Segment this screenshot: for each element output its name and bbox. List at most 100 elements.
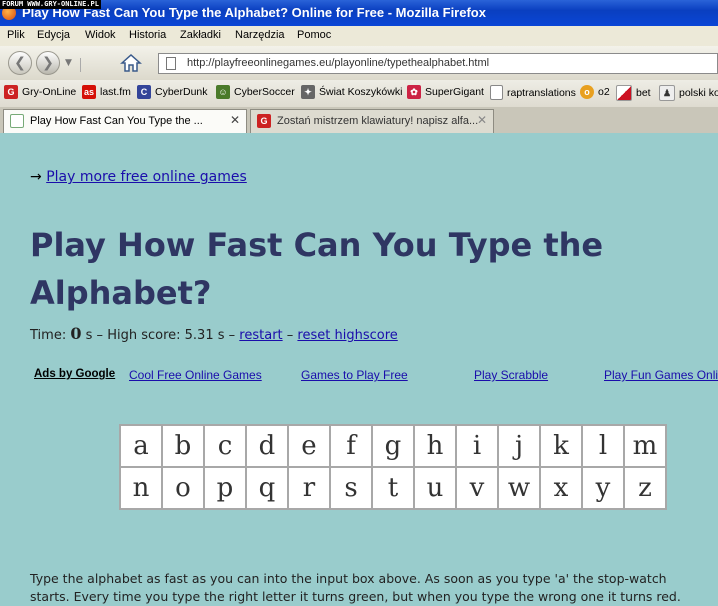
bookmark-raptranslations[interactable]: raptranslations — [490, 85, 576, 100]
instructions-line: starts. Every time you type the right le… — [30, 589, 681, 604]
ad-link[interactable]: Play Fun Games Online — [604, 368, 718, 382]
menu-historia[interactable]: Historia — [129, 29, 166, 41]
letter-cell: l — [581, 424, 625, 468]
letter-cell: g — [371, 424, 415, 468]
letter-cell: n — [119, 466, 163, 510]
ads-by-google-label[interactable]: Ads by Google — [34, 368, 115, 380]
polski-icon: ♟ — [659, 85, 675, 101]
letter-cell: q — [245, 466, 289, 510]
menu-edycja[interactable]: Edycja — [37, 29, 70, 41]
letter-cell: f — [329, 424, 373, 468]
menu-plik[interactable]: Plik — [7, 29, 25, 41]
close-tab-icon[interactable]: ✕ — [230, 113, 240, 127]
letter-cell: r — [287, 466, 331, 510]
letter-cell: k — [539, 424, 583, 468]
letter-cell: v — [455, 466, 499, 510]
menu-narzedzia[interactable]: Narzędzia — [235, 29, 285, 41]
alphabet-row: n o p q r s t u v w x y z — [119, 466, 667, 510]
letter-cell: z — [623, 466, 667, 510]
letter-cell: x — [539, 466, 583, 510]
supergigant-icon: ✿ — [407, 85, 421, 99]
tab-label: Play How Fast Can You Type the ... — [30, 115, 203, 127]
gry-online-icon: G — [257, 114, 271, 128]
window-title-bar: Play How Fast Can You Type the Alphabet?… — [0, 0, 718, 26]
bookmarks-toolbar: G Gry-OnLine as last.fm C CyberDunk ☺ CyberS… — [0, 80, 718, 107]
ad-link[interactable]: Games to Play Free — [301, 368, 408, 382]
forum-watermark: FORUM WWW.GRY-ONLINE.PL — [0, 0, 101, 9]
bookmark-lastfm[interactable]: as last.fm — [82, 85, 131, 99]
letter-cell: e — [287, 424, 331, 468]
bookmark-polski[interactable]: ♟ polski ko — [659, 85, 718, 101]
letter-cell: a — [119, 424, 163, 468]
bookmark-supergigant[interactable]: ✿ SuperGigant — [407, 85, 484, 99]
menu-pomoc[interactable]: Pomoc — [297, 29, 331, 41]
home-icon — [120, 53, 142, 72]
tab-label: Zostań mistrzem klawiatury! napisz alfa.… — [277, 115, 479, 127]
highscore-label: High score: — [107, 328, 181, 343]
letter-cell: j — [497, 424, 541, 468]
history-dropdown-icon[interactable]: ▼ — [65, 58, 72, 68]
bookmark-gry-online[interactable]: G Gry-OnLine — [4, 85, 76, 99]
reset-highscore-link[interactable]: reset highscore — [297, 328, 397, 343]
restart-link[interactable]: restart — [239, 328, 282, 343]
navigation-toolbar: ❮ ❯ ▼ http://playfreeonlinegames.eu/play… — [0, 46, 718, 80]
menu-bar: Plik Edycja Widok Historia Zakładki Narz… — [0, 26, 718, 46]
letter-cell: o — [161, 466, 205, 510]
letter-cell: y — [581, 466, 625, 510]
bookmark-swiat-koszykowki[interactable]: ✦ Świat Koszykówki — [301, 85, 402, 99]
letter-cell: h — [413, 424, 457, 468]
back-button[interactable]: ❮ — [8, 51, 32, 75]
menu-zakladki[interactable]: Zakładki — [180, 29, 221, 41]
letter-cell: w — [497, 466, 541, 510]
tab-inactive[interactable]: G Zostań mistrzem klawiatury! napisz alf… — [250, 109, 494, 133]
bookmark-o2[interactable]: o o2 — [580, 85, 610, 99]
alphabet-grid: a b c d e f g h i j k l m n o p q r s t … — [119, 424, 667, 510]
letter-cell: m — [623, 424, 667, 468]
toolbar-separator — [80, 58, 81, 72]
alphabet-row: a b c d e f g h i j k l m — [119, 424, 667, 468]
address-bar[interactable]: http://playfreeonlinegames.eu/playonline… — [158, 53, 718, 74]
letter-cell: d — [245, 424, 289, 468]
home-button[interactable] — [120, 53, 146, 75]
time-label: Time: — [30, 328, 67, 343]
bet-icon — [616, 85, 632, 101]
page-icon — [10, 114, 24, 128]
highscore-value: 5.31 s — [184, 328, 225, 343]
menu-widok[interactable]: Widok — [85, 29, 116, 41]
o2-icon: o — [580, 85, 594, 99]
instructions-line: Type the alphabet as fast as you can int… — [30, 571, 667, 586]
cybersoccer-icon: ☺ — [216, 85, 230, 99]
time-value: 0 — [70, 324, 82, 343]
letter-cell: b — [161, 424, 205, 468]
bookmark-cybersoccer[interactable]: ☺ CyberSoccer — [216, 85, 295, 99]
page-content: → Play more free online games Play How F… — [0, 133, 718, 606]
close-tab-icon[interactable]: ✕ — [477, 113, 487, 127]
ad-link[interactable]: Play Scrabble — [474, 368, 548, 382]
bookmark-bet[interactable]: bet — [616, 85, 651, 101]
address-url: http://playfreeonlinegames.eu/playonline… — [187, 57, 490, 69]
more-games-link[interactable]: Play more free online games — [46, 169, 247, 185]
letter-cell: p — [203, 466, 247, 510]
tab-active[interactable]: Play How Fast Can You Type the ... ✕ — [3, 109, 247, 133]
bookmark-cyberdunk[interactable]: C CyberDunk — [137, 85, 208, 99]
forward-arrow-icon: ❯ — [42, 55, 54, 71]
page-title: Play How Fast Can You Type the Alphabet? — [30, 226, 604, 312]
ad-link[interactable]: Cool Free Online Games — [129, 368, 262, 382]
gry-online-icon: G — [4, 85, 18, 99]
lastfm-icon: as — [82, 85, 96, 99]
time-unit: s — [85, 328, 93, 343]
forward-button[interactable]: ❯ — [36, 51, 60, 75]
page-icon — [166, 57, 176, 70]
letter-cell: s — [329, 466, 373, 510]
instructions: Type the alphabet as fast as you can int… — [30, 570, 718, 606]
more-games-line: → Play more free online games — [30, 169, 247, 185]
right-arrow-icon: → — [30, 169, 42, 185]
letter-cell: u — [413, 466, 457, 510]
page-icon — [490, 85, 503, 100]
score-status: Time: 0 s – High score: 5.31 s – restart… — [30, 324, 398, 343]
letter-cell: i — [455, 424, 499, 468]
back-arrow-icon: ❮ — [14, 55, 26, 71]
letter-cell: t — [371, 466, 415, 510]
letter-cell: c — [203, 424, 247, 468]
cyberdunk-icon: C — [137, 85, 151, 99]
